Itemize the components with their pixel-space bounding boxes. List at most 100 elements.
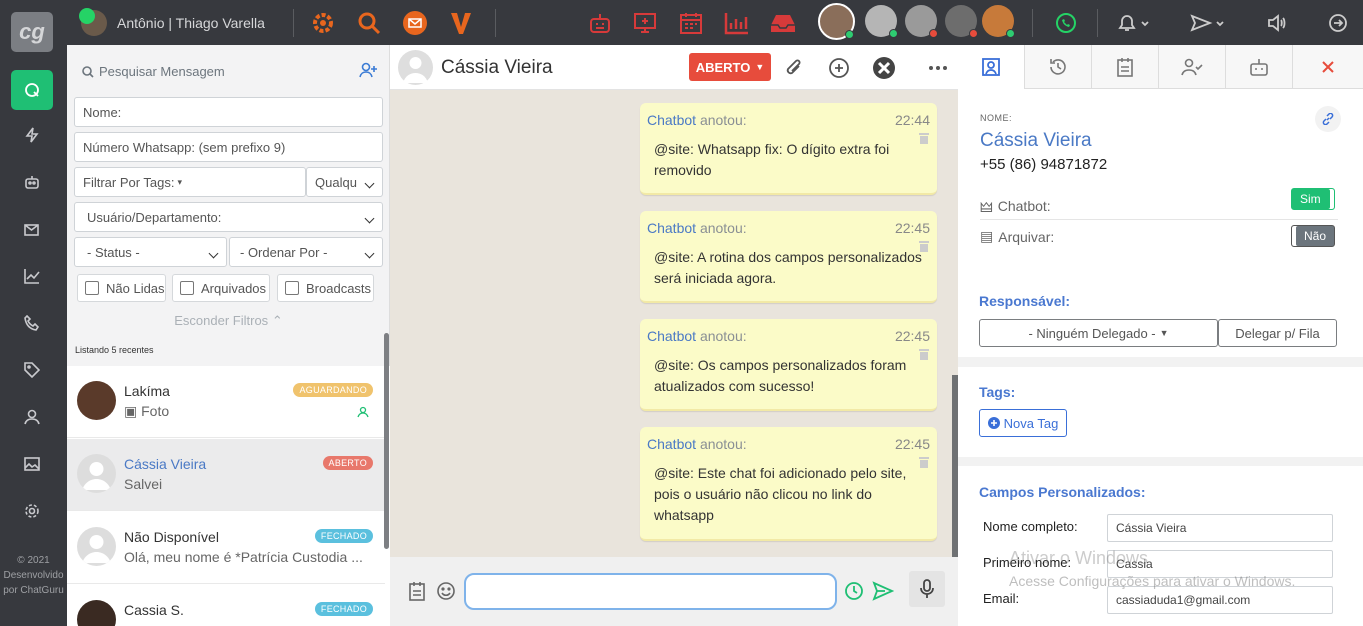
archived-checkbox[interactable]: Arquivados [172, 274, 270, 302]
department-select[interactable]: Usuário/Departamento: [74, 202, 383, 232]
broadcasts-checkbox[interactable]: Broadcasts [277, 274, 374, 302]
close-panel-icon[interactable] [1293, 45, 1363, 89]
checkbox[interactable] [285, 281, 299, 295]
tags-title: Tags: [979, 384, 1016, 400]
monitor-red-icon[interactable] [630, 8, 660, 38]
unread-checkbox[interactable]: Não Lidas [77, 274, 166, 302]
new-tag-button[interactable]: Nova Tag [979, 409, 1067, 437]
chat-item[interactable]: Não Disponível Olá, meu nome é *Patrícia… [67, 512, 385, 584]
tab-history[interactable] [1025, 45, 1092, 89]
agent-avatar[interactable] [865, 5, 898, 38]
contact-avatar [77, 600, 116, 626]
chevron-up-icon: ⌃ [271, 313, 283, 328]
bell-icon[interactable] [1113, 8, 1153, 38]
send-dropdown-icon[interactable] [1188, 8, 1228, 38]
agent-avatar[interactable] [905, 5, 938, 38]
status-select[interactable]: - Status - [74, 237, 227, 267]
add-contact-icon[interactable] [359, 62, 377, 81]
message-bubble: Chatbot anotou: 22:45 @site: Este chat f… [640, 427, 937, 541]
search-input[interactable]: Pesquisar Mensagem [82, 64, 225, 79]
calendar-red-icon[interactable] [676, 8, 706, 38]
chats-nav-icon[interactable] [11, 70, 53, 110]
footer-line: Desenvolvido [3, 570, 64, 581]
settings-icon[interactable] [11, 491, 53, 531]
bar-chart-red-icon[interactable] [722, 8, 752, 38]
chatbot-toggle[interactable]: Sim [1291, 188, 1335, 210]
current-user[interactable]: Antônio | Thiago Varella [79, 8, 265, 36]
inbox-red-icon[interactable] [768, 8, 798, 38]
gear-orange-icon[interactable] [308, 8, 338, 38]
archive-row: ▤ Arquivar: [980, 228, 1054, 245]
chat-item[interactable]: Cassia S. FECHADO [67, 585, 385, 626]
robot-red-icon[interactable] [585, 8, 615, 38]
chat-item-selected[interactable]: Cássia Vieira Salvei ABERTO [67, 439, 385, 511]
phone-filter-input[interactable]: Número Whatsapp: (sem prefixo 9) [74, 132, 383, 162]
list-scrollbar[interactable] [384, 333, 389, 549]
link-icon[interactable] [1315, 106, 1341, 132]
name-filter-input[interactable]: Nome: [74, 97, 383, 127]
app-logo[interactable]: cg [11, 12, 53, 52]
send-icon[interactable] [872, 580, 894, 602]
status-badge: AGUARDANDO [293, 383, 373, 397]
v-orange-icon[interactable] [446, 8, 476, 38]
contact-avatar [398, 50, 433, 85]
microphone-icon [920, 579, 934, 598]
responsible-title: Responsável: [979, 293, 1071, 309]
delegate-queue-button[interactable]: Delegar p/ Fila [1218, 319, 1337, 347]
image-icon[interactable] [11, 444, 53, 484]
agent-avatar[interactable] [982, 5, 1015, 38]
microphone-button[interactable] [909, 571, 945, 607]
agent-avatar[interactable] [818, 3, 855, 40]
lightning-icon[interactable] [11, 115, 53, 155]
checkbox[interactable] [180, 281, 194, 295]
more-options-icon[interactable] [926, 56, 950, 80]
volume-icon[interactable] [1262, 8, 1292, 38]
status-button-label: ABERTO [695, 59, 751, 75]
full-name-field[interactable]: Cássia Vieira [1107, 514, 1333, 542]
history-icon [1050, 59, 1066, 75]
mail-send-icon[interactable] [11, 209, 53, 249]
offline-status-icon [929, 29, 938, 38]
chart-icon[interactable] [11, 256, 53, 296]
delegate-dropdown[interactable]: - Ninguém Delegado - ▼ [979, 319, 1218, 347]
phone-icon[interactable] [11, 303, 53, 343]
order-select[interactable]: - Ordenar Por - [229, 237, 383, 267]
online-status-icon [1006, 29, 1015, 38]
email-field[interactable]: cassiaduda1@gmail.com [1107, 586, 1333, 614]
tab-notes[interactable] [1092, 45, 1159, 89]
tags-match-select[interactable]: Qualqu [306, 167, 383, 197]
tab-bot[interactable] [1226, 45, 1293, 89]
message-input[interactable] [464, 573, 837, 610]
archive-toggle[interactable]: Não [1291, 225, 1335, 247]
search-bar[interactable]: Pesquisar Mensagem [67, 45, 390, 97]
search-orange-icon[interactable] [354, 8, 384, 38]
robot-icon[interactable] [11, 162, 53, 202]
mail-orange-icon[interactable] [400, 8, 430, 38]
chat-name: Cássia Vieira [124, 456, 207, 472]
tab-assign[interactable] [1159, 45, 1226, 89]
chat-name: Cassia S. [124, 602, 184, 618]
add-chat-icon[interactable] [827, 56, 851, 80]
checkbox[interactable] [85, 281, 99, 295]
paperclip-icon[interactable] [782, 56, 806, 80]
emoji-icon[interactable] [435, 580, 457, 602]
user-icon[interactable] [11, 397, 53, 437]
tag-icon[interactable] [11, 350, 53, 390]
status-dropdown-button[interactable]: ABERTO ▼ [689, 53, 771, 81]
listing-count: Listando 5 recentes [75, 345, 154, 355]
chatbot-row: 🜲 Chatbot: [980, 191, 1051, 220]
robot-small-icon: 🜲 [980, 199, 993, 215]
hide-filters-link[interactable]: Esconder Filtros ⌃ [67, 313, 390, 329]
logout-icon[interactable] [1323, 8, 1353, 38]
status-badge: FECHADO [314, 602, 373, 616]
schedule-clock-icon[interactable] [843, 580, 865, 602]
whatsapp-icon[interactable] [1051, 8, 1081, 38]
tab-contact[interactable] [958, 45, 1025, 89]
chat-item[interactable]: Lakíma ▣ Foto AGUARDANDO [67, 366, 385, 438]
tags-filter-dropdown[interactable]: Filtrar Por Tags: ▾ [74, 167, 306, 197]
close-circle-icon[interactable] [872, 56, 896, 80]
responsible-card: Responsável: - Ninguém Delegado - ▼ Deleg… [958, 285, 1363, 357]
message-text: @site: Este chat foi adicionado pelo sit… [654, 465, 907, 523]
agent-avatar[interactable] [945, 5, 978, 38]
template-icon[interactable] [406, 580, 428, 602]
